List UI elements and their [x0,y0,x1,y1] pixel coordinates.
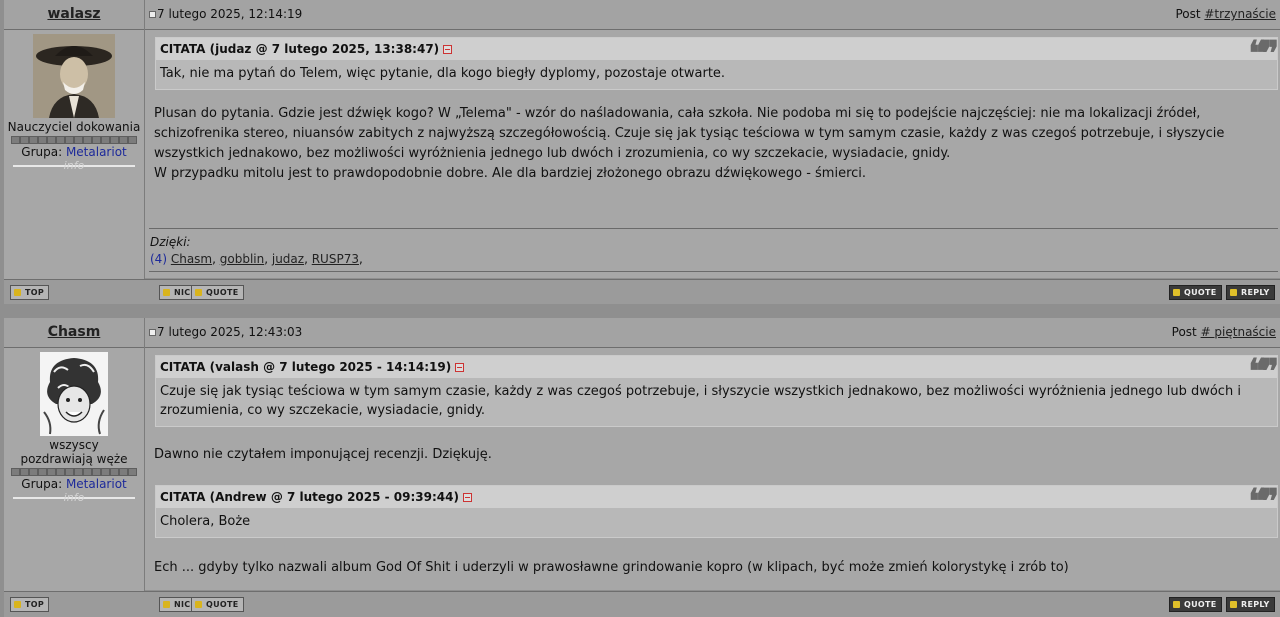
post-number: Post # piętnaście [1171,325,1276,339]
author-name-link[interactable]: walasz [47,6,100,22]
post-date: 7 lutego 2025, 12:14:19 [149,0,302,29]
author-profile: Nauczyciel dokowania Grupa: Metalariot i… [4,30,144,172]
rank-pips [11,136,137,144]
expand-icon[interactable] [455,363,465,372]
thanks-separator [149,228,1278,229]
avatar[interactable] [40,352,108,436]
post-header: 7 lutego 2025, 12:14:19 Post #trzynaście [145,0,1280,30]
forum-post: Chasm wszyscy pozdrawiają węże Grupa: Me… [4,318,1280,617]
post-text: Ech ... gdyby tylko nazwali album God Of… [154,560,1069,575]
rank-pips [11,468,137,476]
quote-block: CITATA (judaz @ 7 lutego 2025, 13:38:47)… [155,36,1279,90]
thanks-separator [149,271,1278,272]
post-footer: TOP NICK QUOTE QUOTE REPLY [4,591,1280,617]
plus-icon [1173,601,1180,608]
top-button[interactable]: TOP [10,285,50,300]
quote-header: CITATA (judaz @ 7 lutego 2025, 13:38:47)… [156,36,1279,72]
arrow-up-icon [14,289,21,296]
author-name-link[interactable]: Chasm [48,324,101,340]
arrow-up-icon [14,601,21,608]
quote-header: CITATA (valash @ 7 lutego 2025 - 14:14:1… [156,354,1279,390]
quote-button[interactable]: QUOTE [1169,597,1222,612]
thanks-user-link[interactable]: gobblin [220,252,264,266]
nick-icon [163,289,170,296]
thanks-user-link[interactable]: judaz [272,252,304,266]
thanks-section: Dzięki: (4) Chasm, gobblin, judaz, RUSP7… [150,235,363,266]
nick-icon [163,601,170,608]
post-gap [0,304,1280,318]
plus-icon [1173,289,1180,296]
reply-button[interactable]: REPLY [1226,597,1275,612]
reply-button[interactable]: REPLY [1226,285,1275,300]
quote-block: CITATA (Andrew @ 7 lutego 2025 - 09:39:4… [155,484,1279,538]
user-rank: wszyscy pozdrawiają węże [20,438,128,466]
post-text: Dawno nie czytałem imponującej recenzji.… [154,447,492,462]
user-rank: Nauczyciel dokowania [7,120,141,134]
forum-post: walasz Nauczyciel dokowania Grupa: Metal… [4,0,1280,305]
quote-text: Czuje się jak tysiąc teściowa w tym samy… [160,384,1241,418]
quote-mark-icon: ❝❞ [1248,34,1278,74]
info-bar[interactable]: info [13,491,135,504]
post-bullet-icon [149,329,156,336]
info-bar[interactable]: info [13,159,135,172]
author-column: Chasm wszyscy pozdrawiają węże Grupa: Me… [4,318,145,616]
thanks-count: (4) [150,252,167,266]
quote-icon [195,289,202,296]
quote-block: CITATA (valash @ 7 lutego 2025 - 14:14:1… [155,354,1279,427]
thanks-user-link[interactable]: RUSP73 [312,252,359,266]
post-number: Post #trzynaście [1175,7,1276,21]
post-date: 7 lutego 2025, 12:43:03 [149,318,302,347]
user-group: Grupa: Metalariot [21,145,127,159]
group-link[interactable]: Metalariot [66,477,127,491]
quote-small-button[interactable]: QUOTE [191,597,244,612]
author-column: walasz Nauczyciel dokowania Grupa: Metal… [4,0,145,304]
post-number-link[interactable]: # piętnaście [1201,325,1276,339]
quote-button[interactable]: QUOTE [1169,285,1222,300]
author-profile: wszyscy pozdrawiają węże Grupa: Metalari… [4,348,144,504]
post-number-link[interactable]: #trzynaście [1204,7,1276,21]
post-footer: TOP NICK QUOTE QUOTE REPLY [4,279,1280,305]
top-button[interactable]: TOP [10,597,50,612]
post-text: Plusan do pytania. Gdzie jest dźwięk kog… [154,106,1225,181]
thanks-user-link[interactable]: Chasm [171,252,212,266]
reply-icon [1230,289,1237,296]
quote-mark-icon: ❝❞ [1248,482,1278,522]
expand-icon[interactable] [443,45,453,54]
quote-text: Cholera, Boże [160,514,251,529]
quote-header: CITATA (Andrew @ 7 lutego 2025 - 09:39:4… [156,484,1279,520]
avatar[interactable] [33,34,115,118]
group-link[interactable]: Metalariot [66,145,127,159]
quote-icon [195,601,202,608]
quote-text: Tak, nie ma pytań do Telem, więc pytanie… [160,66,726,81]
post-bullet-icon [149,11,156,18]
quote-mark-icon: ❝❞ [1248,352,1278,392]
expand-icon[interactable] [463,493,472,502]
quote-small-button[interactable]: QUOTE [191,285,244,300]
post-body: CITATA (valash @ 7 lutego 2025 - 14:14:1… [145,348,1280,590]
author-cell: walasz [4,0,144,30]
user-group: Grupa: Metalariot [21,477,127,491]
post-body: CITATA (judaz @ 7 lutego 2025, 13:38:47)… [145,30,1280,278]
author-cell: Chasm [4,318,144,348]
post-header: 7 lutego 2025, 12:43:03 Post # piętnaści… [145,318,1280,348]
reply-icon [1230,601,1237,608]
